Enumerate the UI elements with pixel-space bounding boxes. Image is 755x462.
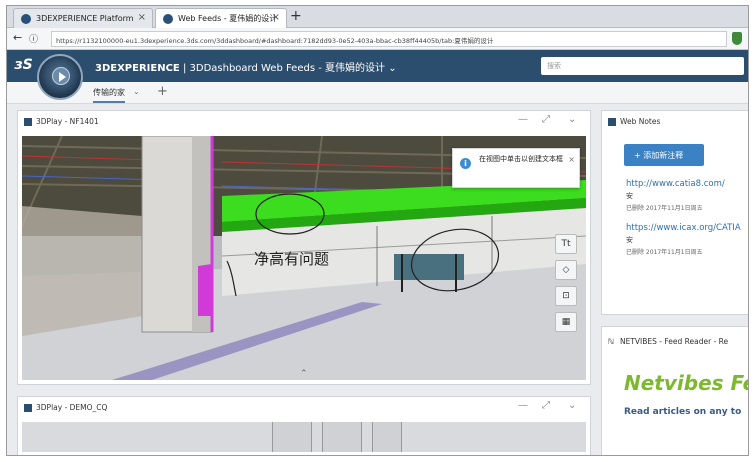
browser-tab-3dexperience[interactable]: 3DEXPERIENCE Platform × (13, 8, 153, 28)
snapshot-tool-button[interactable]: ⊡ (555, 286, 577, 306)
close-icon[interactable]: × (568, 155, 575, 165)
eraser-tool-button[interactable]: ◇ (555, 260, 577, 280)
dashboard-tab-bar: 传输的家 ⌄ + (7, 82, 748, 104)
close-tab-icon[interactable]: × (138, 12, 146, 23)
tooltip-text: 在视图中单击以创建文本框 (479, 155, 563, 163)
left-wall (22, 206, 142, 336)
app-top-bar: ɜS 3DEXPERIENCE | 3DDashboard Web Feeds … (7, 50, 748, 100)
site-info-icon[interactable]: ⓘ (29, 32, 38, 45)
model-panel (322, 422, 362, 452)
3dplay-icon (24, 404, 32, 412)
browser-tab-label: 3DEXPERIENCE Platform (36, 14, 134, 23)
back-arrow-icon[interactable]: ← (13, 31, 22, 44)
widget-3dplay-demo-cq: 3DPlay - DEMO_CQ — ⤢ ⌄ (17, 396, 591, 455)
chevron-down-icon[interactable]: ⌄ (133, 87, 140, 96)
model-panel (372, 422, 402, 452)
3d-viewport[interactable] (22, 422, 586, 452)
widget-3dplay-nf1401: 3DPlay - NF1401 — ⤢ ⌄ 净高有问题 i 在视图中单击以创建文… (17, 110, 591, 385)
note-item: https://www.icax.org/CATIA 安 已删除 2017年11… (626, 223, 741, 256)
add-tab-button[interactable]: + (157, 84, 168, 99)
widget-title: 3DPlay - DEMO_CQ (36, 403, 108, 412)
color-palette-button[interactable]: ▦ (555, 312, 577, 332)
new-tab-button[interactable]: + (290, 8, 302, 24)
widget-menu-icon[interactable]: ⌄ (568, 400, 576, 411)
url-input[interactable]: https://r1132100000-eu1.3dexperience.3ds… (51, 31, 727, 47)
note-meta: 已删除 2017年11月1日周五 (626, 249, 703, 256)
widget-header: 3DPlay - DEMO_CQ — ⤢ ⌄ (18, 397, 590, 419)
compass-icon[interactable] (37, 54, 83, 100)
widget-header: 3DPlay - NF1401 — ⤢ ⌄ (18, 111, 590, 133)
brand-label: 3DEXPERIENCE (95, 63, 180, 74)
model-panel (272, 422, 312, 452)
browser-tab-strip: 3DEXPERIENCE Platform × Web Feeds - 夏伟娟的… (7, 6, 748, 28)
text-tool-button[interactable]: Tt (555, 234, 577, 254)
browser-tab-label: Web Feeds - 夏伟娟的设计 (178, 14, 278, 23)
ds-logo-icon: ɜS (15, 57, 33, 73)
widget-menu-icon[interactable]: ⌄ (568, 114, 576, 125)
widget-netvibes-feed-reader: ℕ NETVIBES - Feed Reader - Re Netvibes F… (601, 326, 749, 455)
3dexperience-favicon-icon (21, 14, 31, 24)
netvibes-tagline: Read articles on any to (624, 407, 742, 417)
widget-title: 3DPlay - NF1401 (36, 117, 99, 126)
app-title[interactable]: 3DEXPERIENCE | 3DDashboard Web Feeds - 夏… (95, 59, 397, 74)
note-link[interactable]: http://www.catia8.com/ (626, 179, 725, 189)
3d-viewport[interactable]: 净高有问题 i 在视图中单击以创建文本框 × Tt ◇ ⊡ ▦ ⌃ (22, 136, 586, 380)
netvibes-logo: Netvibes Fe (624, 371, 749, 395)
browser-tab-web-feeds[interactable]: Web Feeds - 夏伟娟的设计 × (155, 8, 287, 28)
note-text: 安 (626, 192, 633, 200)
3dplay-icon (24, 118, 32, 126)
shield-icon[interactable] (732, 32, 742, 45)
search-input[interactable]: 搜索 (541, 57, 744, 75)
widget-title: NETVIBES - Feed Reader - Re (620, 337, 729, 346)
widget-header: ℕ NETVIBES - Feed Reader - Re (602, 331, 748, 353)
annotation-text[interactable]: 净高有问题 (254, 248, 329, 269)
widget-header: Web Notes (602, 111, 748, 133)
3dexperience-favicon-icon (163, 14, 173, 24)
note-meta: 已删除 2017年11月1日周五 (626, 205, 703, 212)
magenta-element (198, 264, 212, 316)
tab-home[interactable]: 传输的家 (93, 87, 125, 103)
note-text: 安 (626, 236, 633, 244)
storefront-window (394, 254, 464, 280)
chevron-up-icon[interactable]: ⌃ (300, 369, 308, 379)
play-icon[interactable] (52, 67, 70, 85)
minimize-icon[interactable]: — (518, 400, 528, 411)
widget-title: Web Notes (620, 117, 661, 126)
title-separator: | (179, 63, 190, 74)
app-name: 3DDashboard Web Feeds - 夏伟娟的设计 (189, 63, 386, 74)
note-link[interactable]: https://www.icax.org/CATIA (626, 223, 741, 233)
note-item: http://www.catia8.com/ 安 已删除 2017年11月1日周… (626, 179, 725, 212)
address-bar: ← ⓘ https://r1132100000-eu1.3dexperience… (7, 28, 748, 50)
close-tab-icon[interactable]: × (272, 12, 280, 23)
info-icon: i (460, 158, 471, 169)
browser-window: 3DEXPERIENCE Platform × Web Feeds - 夏伟娟的… (6, 5, 749, 456)
maximize-icon[interactable]: ⤢ (542, 114, 550, 125)
instruction-tooltip: i 在视图中单击以创建文本框 × (452, 148, 580, 188)
rss-icon: ℕ (608, 337, 615, 346)
web-notes-icon (608, 118, 616, 126)
chevron-down-icon[interactable]: ⌄ (388, 63, 396, 74)
widget-web-notes: Web Notes + 添加新注释 http://www.catia8.com/… (601, 110, 748, 315)
maximize-icon[interactable]: ⤢ (542, 400, 550, 411)
minimize-icon[interactable]: — (518, 114, 528, 125)
add-note-button[interactable]: + 添加新注释 (624, 144, 704, 166)
